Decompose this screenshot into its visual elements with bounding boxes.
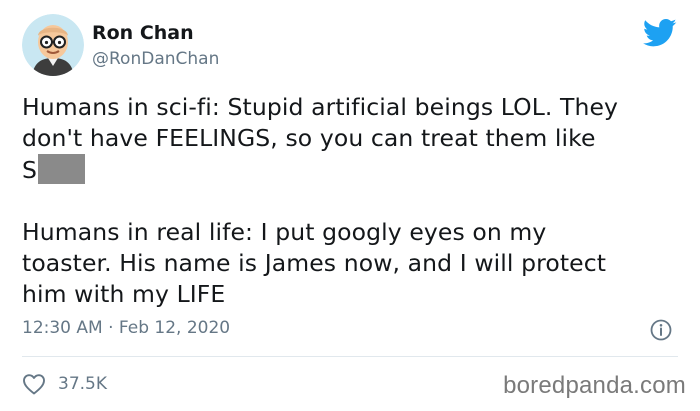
twitter-bird-icon[interactable] [642,18,677,48]
info-icon[interactable] [650,319,672,341]
tweet-line: Humans in sci-fi: Stupid artificial bein… [22,93,619,121]
tweet-card: Ron Chan @RonDanChan Humans in sci-fi: S… [0,0,700,411]
tweet-timestamp[interactable]: 12:30 AM · Feb 12, 2020 [22,318,230,338]
divider [22,356,678,357]
tweet-body: Humans in sci-fi: Stupid artificial bein… [22,92,682,310]
censor-block [38,154,86,184]
heart-icon [22,373,46,395]
author-name[interactable]: Ron Chan [92,22,194,44]
tweet-line: him with my LIFE [22,280,226,308]
author-avatar[interactable] [22,14,84,76]
tweet-line: Humans in real life: I put googly eyes o… [22,218,547,246]
tweet-line: toaster. His name is James now, and I wi… [22,249,607,277]
author-handle[interactable]: @RonDanChan [92,49,219,69]
tweet-line: don't have FEELINGS, so you can treat th… [22,124,596,152]
tweet-line-censored: S [22,154,682,186]
avatar-illustration [22,14,84,76]
like-button[interactable]: 37.5K [22,370,107,398]
like-count: 37.5K [58,374,107,394]
watermark-text: boredpanda.com [503,372,686,399]
tweet-line-text: S [22,156,38,184]
